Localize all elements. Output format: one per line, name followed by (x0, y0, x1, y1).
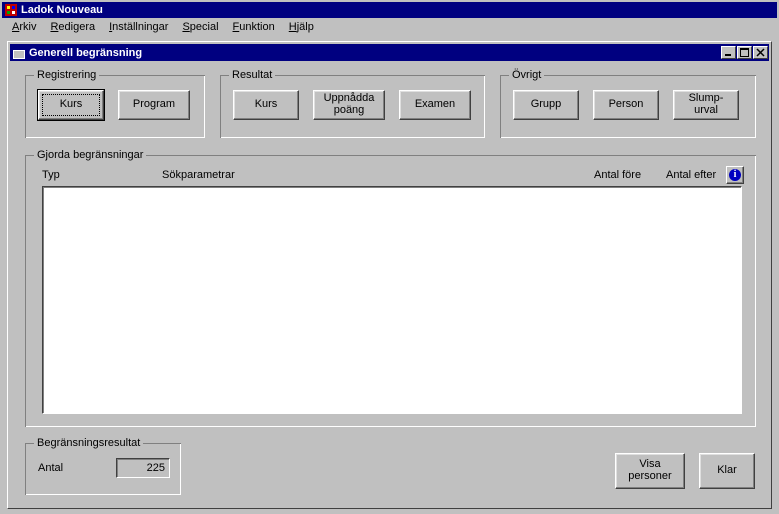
group-result-caption: Begränsningsresultat (34, 437, 143, 449)
antal-label: Antal (38, 462, 63, 474)
menu-redigera[interactable]: Redigera (44, 20, 103, 34)
visa-personer-button[interactable]: Visa personer (615, 453, 685, 489)
window-buttons (720, 46, 768, 59)
menu-funktion[interactable]: Funktion (227, 20, 283, 34)
button-label: Visa personer (628, 459, 671, 482)
button-label: Examen (415, 99, 455, 111)
limitations-list[interactable] (42, 186, 742, 414)
info-icon: i (729, 169, 741, 181)
application-window: Ladok Nouveau ArkivRedigeraInställningar… (0, 0, 779, 514)
close-button[interactable] (753, 46, 768, 59)
col-antal-fore: Antal före (594, 169, 641, 181)
group-ovrigt: Övrigt Grupp Person Slump- urval (500, 75, 756, 138)
child-title: Generell begränsning (29, 47, 720, 59)
group-result: Begränsningsresultat Antal 225 (25, 443, 181, 495)
col-sokparam: Sökparametrar (162, 169, 235, 181)
ovrigt-grupp-button[interactable]: Grupp (513, 90, 579, 120)
col-antal-efter: Antal efter (666, 169, 716, 181)
klar-button[interactable]: Klar (699, 453, 755, 489)
resultat-examen-button[interactable]: Examen (399, 90, 471, 120)
ovrigt-person-button[interactable]: Person (593, 90, 659, 120)
group-gjorda: Gjorda begränsningar Typ Sökparametrar A… (25, 155, 756, 427)
group-registrering-caption: Registrering (34, 69, 99, 81)
menu-special[interactable]: Special (176, 20, 226, 34)
button-label: Slump- urval (689, 93, 724, 116)
minimize-button[interactable] (721, 46, 736, 59)
button-label: Klar (717, 465, 737, 477)
group-gjorda-caption: Gjorda begränsningar (34, 149, 146, 161)
button-label: Program (133, 99, 175, 111)
info-button[interactable]: i (726, 166, 744, 184)
resultat-uppnadda-button[interactable]: Uppnådda poäng (313, 90, 385, 120)
col-typ: Typ (42, 169, 60, 181)
group-registrering: Registrering Kurs Program (25, 75, 205, 138)
child-window-icon (13, 47, 25, 59)
menu-hjälp[interactable]: Hjälp (283, 20, 322, 34)
group-resultat-caption: Resultat (229, 69, 275, 81)
button-label: Grupp (531, 99, 562, 111)
app-icon (5, 4, 17, 16)
antal-field: 225 (116, 458, 170, 478)
client-area: Registrering Kurs Program Resultat Kurs … (11, 63, 768, 505)
button-label: Uppnådda poäng (324, 93, 375, 116)
resultat-kurs-button[interactable]: Kurs (233, 90, 299, 120)
menu-inställningar[interactable]: Inställningar (103, 20, 176, 34)
maximize-button[interactable] (737, 46, 752, 59)
app-titlebar: Ladok Nouveau (2, 2, 777, 18)
ovrigt-slump-button[interactable]: Slump- urval (673, 90, 739, 120)
button-label: Person (609, 99, 644, 111)
menu-arkiv[interactable]: Arkiv (6, 20, 44, 34)
group-ovrigt-caption: Övrigt (509, 69, 544, 81)
button-label: Kurs (255, 99, 278, 111)
app-title: Ladok Nouveau (21, 4, 103, 16)
child-window: Generell begränsning Registrering K (7, 41, 772, 509)
button-label: Kurs (60, 99, 83, 111)
group-resultat: Resultat Kurs Uppnådda poäng Examen (220, 75, 485, 138)
menubar: ArkivRedigeraInställningarSpecialFunktio… (2, 18, 777, 36)
registrering-kurs-button[interactable]: Kurs (38, 90, 104, 120)
antal-value: 225 (117, 462, 169, 474)
child-titlebar: Generell begränsning (10, 44, 769, 61)
registrering-program-button[interactable]: Program (118, 90, 190, 120)
